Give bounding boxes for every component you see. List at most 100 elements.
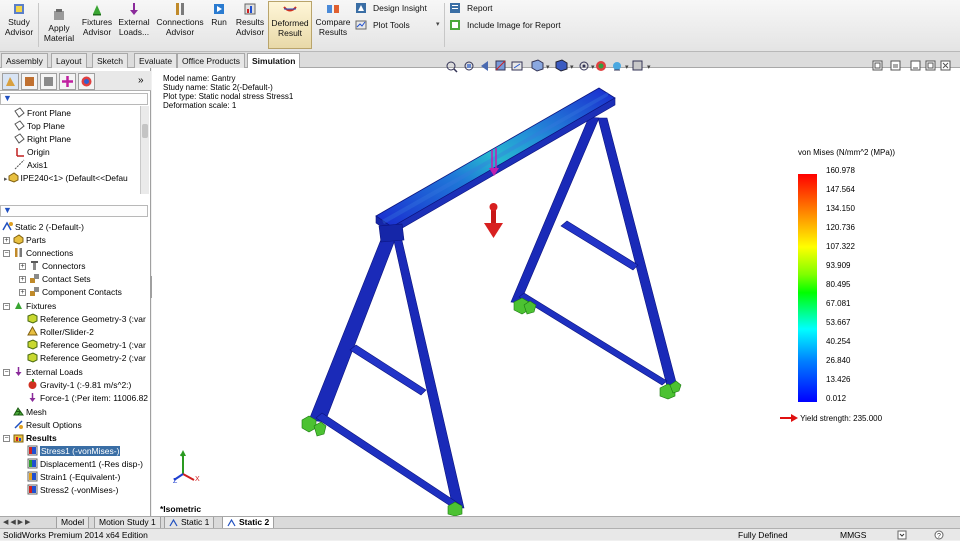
status-bar: SolidWorks Premium 2014 x64 Edition Full… [0,528,960,540]
study-icon [227,519,236,527]
run-button[interactable]: Run [208,2,230,48]
expand-parts-icon[interactable]: + [3,237,10,244]
connections-advisor-button[interactable]: Connections Advisor [155,2,205,48]
graphics-viewport[interactable]: Model name: Gantry Study name: Static 2(… [152,59,960,516]
tab-sketch[interactable]: Sketch [92,53,128,68]
tree-item-result-options[interactable]: Result Options [13,419,82,432]
tree-item-top-plane[interactable]: Top Plane [14,120,65,133]
yield-strength: Yield strength: 235.000 [780,414,882,423]
apply-material-button[interactable]: Apply Material [41,8,77,54]
collapse-results-icon[interactable]: − [3,435,10,442]
tab-static-1-label: Static 1 [181,517,210,527]
roller-slider-icon [27,326,38,336]
plot-tools-dropdown-icon[interactable]: ▾ [436,20,440,28]
results-advisor-button[interactable]: Results Advisor [233,2,267,48]
dimxpert-tab-icon[interactable] [59,73,76,90]
yield-strength-label: Yield strength: 235.000 [800,414,883,423]
tab-scroll-icons[interactable]: ◀ ◀ ▶ ▶ [3,518,30,526]
tree-item-connections[interactable]: Connections [13,247,73,260]
force-arrow-icon[interactable] [484,203,503,238]
gantry-model[interactable] [152,68,782,516]
study-icon [2,221,13,231]
property-manager-tab-icon[interactable] [21,73,38,90]
expand-contact-sets-icon[interactable]: + [19,276,26,283]
tab-simulation[interactable]: Simulation [247,53,301,68]
collapse-fixtures-icon[interactable]: − [3,303,10,310]
tree-item-stress1[interactable]: Stress1 (-vonMises-) [27,445,121,458]
tree-item-fixture-ref-geom-1[interactable]: Reference Geometry-1 (:var [27,339,146,352]
feature-tree: Front Plane Top Plane Right Plane Origin… [0,106,140,194]
tree-item-mesh[interactable]: Mesh [13,406,47,419]
compare-results-button[interactable]: Compare Results [314,2,352,48]
feature-manager-tab-icon[interactable] [2,73,19,90]
display-manager-tab-icon[interactable] [78,73,95,90]
tab-office-products[interactable]: Office Products [177,53,245,68]
plot-tools-label: Plot Tools [373,20,410,30]
restore-icon[interactable] [925,60,936,71]
collapse-external-loads-icon[interactable]: − [3,369,10,376]
results-folder-icon [13,434,24,443]
triad-y-label: Y [180,454,185,461]
include-image-button[interactable]: Include Image for Report [449,18,561,32]
tab-evaluate[interactable]: Evaluate [134,53,178,68]
tree-item-axis1[interactable]: Axis1 [14,159,48,172]
strain-plot-icon [27,471,38,482]
tree-item-fixture-ref-geom-2[interactable]: Reference Geometry-2 (:var [27,352,146,365]
deformed-result-button[interactable]: Deformed Result [268,1,312,49]
tree-item-component-contacts[interactable]: Component Contacts [29,286,122,299]
tree-item-results[interactable]: Results [13,432,57,445]
sketch-status: Fully Defined [738,530,788,540]
design-insight-button[interactable]: Design Insight [355,1,427,15]
tree-item-origin[interactable]: Origin [14,146,50,159]
legend-title: von Mises (N/mm^2 (MPa)) [798,148,896,157]
study-advisor-button[interactable]: Study Advisor [2,2,36,48]
external-loads-button[interactable]: External Loads... [116,2,152,48]
close-icon[interactable] [940,60,951,71]
configuration-manager-tab-icon[interactable] [40,73,57,90]
expand-component-contacts-icon[interactable]: + [19,289,26,296]
legend-tick-label: 134.150 [826,204,855,213]
tree-item-right-plane[interactable]: Right Plane [14,133,71,146]
tree-item-fixtures[interactable]: Fixtures [13,300,56,313]
tree-item-gravity-1[interactable]: Gravity-1 (:-9.81 m/s^2:) [27,379,131,392]
feature-filter-bar[interactable]: ▼ [0,93,148,105]
external-loads-icon [15,367,22,376]
fixtures-advisor-button[interactable]: Fixtures Advisor [80,2,114,48]
scrollbar-thumb[interactable] [142,124,148,138]
simulation-filter-bar[interactable]: ▼ [0,205,148,217]
tree-item-displacement1[interactable]: Displacement1 (-Res disp-) [27,458,143,471]
contact-sets-icon [30,274,39,283]
tab-layout[interactable]: Layout [51,53,87,68]
legend-tick-label: 120.736 [826,223,855,232]
tree-item-external-loads[interactable]: External Loads [13,366,83,379]
report-button[interactable]: Report [449,1,493,15]
tree-item-connectors[interactable]: Connectors [29,260,85,273]
run-icon [214,4,224,14]
expand-connectors-icon[interactable]: + [19,263,26,270]
tab-assembly[interactable]: Assembly [1,53,48,68]
parts-icon [13,234,24,245]
tree-item-force-1[interactable]: Force-1 (:Per item: 11006.82 [27,392,148,405]
expand-panel-icon[interactable]: » [138,75,144,86]
design-insight-label: Design Insight [373,3,427,13]
fixtures-advisor-icon [93,5,101,16]
tree-item-study[interactable]: Static 2 (-Default-) [2,221,84,234]
tree-item-front-plane[interactable]: Front Plane [14,107,71,120]
tree-item-fixture-ref-geom-3[interactable]: Reference Geometry-3 (:var [27,313,146,326]
feature-tree-scrollbar[interactable] [140,106,149,194]
split-view-icon[interactable] [872,60,883,71]
minimize-icon[interactable] [910,60,921,71]
link-views-icon[interactable] [890,60,901,71]
tree-item-parts[interactable]: Parts [13,234,46,247]
collapse-connections-icon[interactable]: − [3,250,10,257]
tree-item-roller-slider-2[interactable]: Roller/Slider-2 [27,326,94,339]
panel-tab-strip: » [0,71,151,91]
unit-system[interactable]: MMGS [840,529,866,541]
units-dropdown-icon[interactable] [897,530,907,540]
help-icon[interactable]: ? [934,530,944,540]
tree-item-strain1[interactable]: Strain1 (-Equivalent-) [27,471,120,484]
tree-item-contact-sets[interactable]: Contact Sets [29,273,91,286]
tree-item-ipe240[interactable]: ▸ IPE240<1> (Default<<Defau [4,172,128,185]
plot-tools-button[interactable]: Plot Tools [355,18,410,32]
tree-item-stress2[interactable]: Stress2 (-vonMises-) [27,484,118,497]
